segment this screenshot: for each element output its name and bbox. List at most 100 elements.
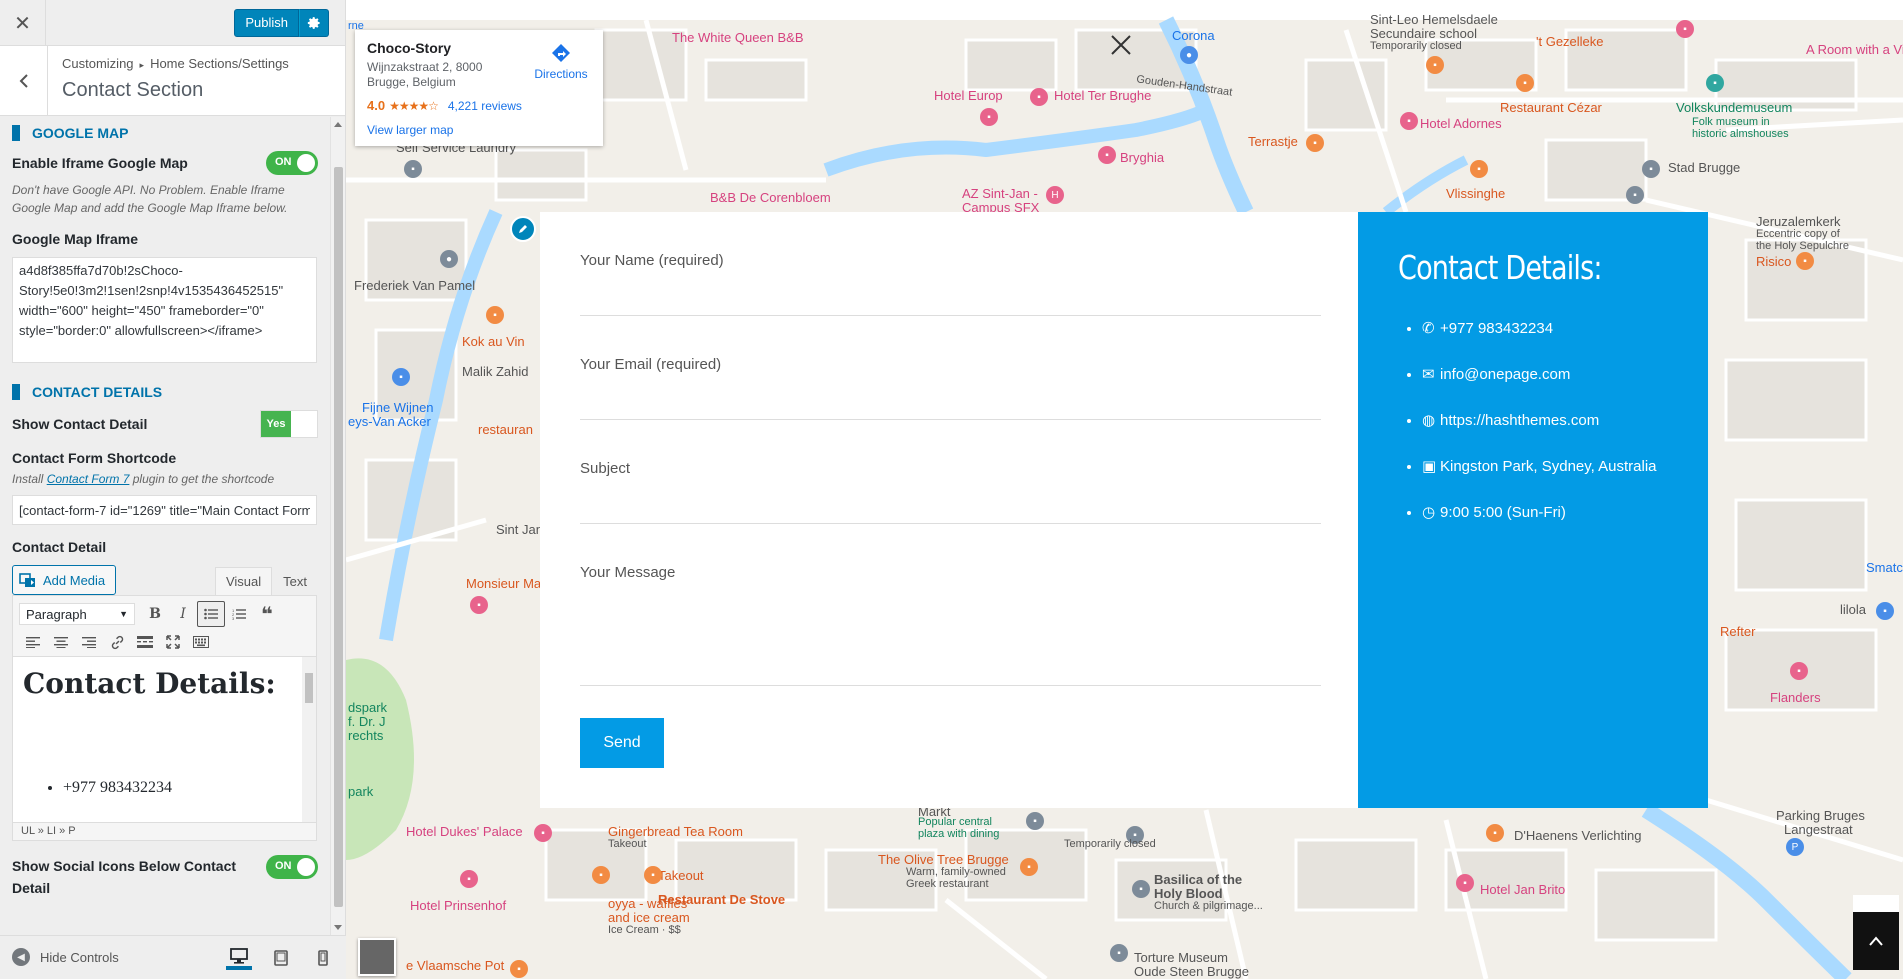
insert-link-button[interactable] [103,629,131,655]
map-label-gingerbread: Gingerbread Tea Room [608,824,743,839]
toggle-knob [297,154,315,172]
map-label-holy-blood: Holy Blood [1154,886,1223,901]
map-label-warm: Warm, family-owned [906,866,1006,878]
directions-button[interactable]: Directions [531,42,591,81]
editor-heading: Contact Details: [23,667,276,700]
church-pin-icon: ▪ [1132,880,1150,898]
name-placeholder: Your Name (required) [580,252,724,269]
blockquote-button[interactable]: ❝ [253,601,281,627]
enable-iframe-row: Enable Iframe Google Map ON [12,151,318,175]
website-text: https://hashthemes.com [1440,412,1600,429]
tab-text[interactable]: Text [272,567,318,595]
scroll-to-top-button[interactable] [1853,912,1899,970]
map-label-park-cut3: rechts [348,728,384,743]
map-label-temp-closed2: Temporarily closed [1064,838,1156,850]
back-button[interactable] [0,46,48,116]
map-label-jan-brito: Hotel Jan Brito [1480,882,1566,897]
contact-details-list: ✆ +977 983432234 ✉ info@onepage.com ◍https… [1398,319,1668,521]
map-satellite-toggle[interactable] [358,938,396,976]
map-label-restaurant-cut: restauran [478,422,533,437]
fullscreen-button[interactable] [159,629,187,655]
toggle-knob [297,858,315,876]
museum-pin-icon: ▪ [1110,944,1128,962]
send-button[interactable]: Send [580,718,664,768]
map-label-adornes: Hotel Adornes [1420,116,1502,131]
map-label-hotel-europ: Hotel Europ [934,88,1003,103]
enable-iframe-description: Don't have Google API. No Problem. Enabl… [12,183,288,215]
scroll-down-arrow-icon[interactable] [334,925,342,930]
hotel-pin-icon: ▪ [980,108,998,126]
breadcrumb: Customizing ▸ Home Sections/Settings [62,56,289,71]
editor-list-item: +977 983432234 [63,779,172,797]
message-field[interactable]: Your Message [580,564,1321,686]
numbered-list-icon: 123 [232,608,246,620]
toggle-state: ON [275,860,292,872]
iframe-code-textarea[interactable]: a4d8f385ffa7d70b!2sChoco-Story!5e0!3m2!1… [12,257,317,363]
italic-button[interactable]: I [169,601,197,627]
contact-form-7-link[interactable]: Contact Form 7 [47,472,130,486]
tab-visual[interactable]: Visual [214,567,273,595]
editor-scrollbar[interactable] [302,657,316,822]
preview-tablet-button[interactable] [268,946,294,970]
close-modal-button[interactable] [1106,30,1136,60]
map-label-vlissinghe: Vlissinghe [1446,186,1506,201]
subject-field[interactable]: Subject [580,460,1321,524]
bold-icon: B [149,606,161,622]
contact-details-heading: CONTACT DETAILS [12,384,318,400]
align-left-button[interactable] [19,629,47,655]
editor-scroll-thumb[interactable] [305,673,313,703]
map-label-smatch: Smatch [1866,560,1903,575]
place-rating: 4.0 ★★★★☆ 4,221 reviews [367,98,591,113]
heading-bar [12,125,20,141]
scroll-up-arrow-icon[interactable] [334,122,342,127]
bullet-list-button[interactable] [197,601,225,627]
email-field[interactable]: Your Email (required) [580,356,1321,420]
map-label-bryghia: Bryghia [1120,150,1165,165]
contact-phone: ✆ +977 983432234 [1422,319,1668,337]
hospital-pin-icon: H [1046,186,1064,204]
customizer-sidebar: ✕ Publish Customizing ▸ Home Sections/Sett… [0,0,346,979]
hotel-pin-icon: ▪ [470,596,488,614]
edit-shortcut-button[interactable] [510,216,536,242]
view-larger-map-link[interactable]: View larger map [367,123,591,137]
map-label-park-cut: dspark [348,700,388,715]
restaurant-pin-icon: ▪ [1020,858,1038,876]
editor-content[interactable]: Contact Details: +977 983432234 [12,657,317,823]
name-field[interactable]: Your Name (required) [580,252,1321,316]
toolbar-toggle-button[interactable] [187,629,215,655]
preview-mobile-button[interactable] [310,946,336,970]
breadcrumb-parent: Home Sections/Settings [150,56,289,71]
hide-controls-button[interactable]: ◀ Hide Controls [12,948,119,966]
place-address: Wijnzakstraat 2, 8000 Brugge, Belgium [367,60,483,89]
preview-desktop-button[interactable] [226,946,252,970]
map-label-flanders: Flanders [1770,690,1821,705]
breadcrumb-root: Customizing [62,56,134,71]
contact-email: ✉ info@onepage.com [1422,365,1668,383]
heading-bar [12,384,20,400]
phone-icon: ✆ [1422,320,1435,337]
publish-settings-button[interactable] [299,9,329,37]
add-media-button[interactable]: Add Media [12,565,117,595]
numbered-list-button[interactable]: 123 [225,601,253,627]
publish-button[interactable]: Publish [234,9,299,37]
shortcode-input[interactable] [12,495,317,525]
show-contact-switch[interactable]: Yes [260,410,318,438]
shortcode-desc-pre: Install [12,472,47,486]
format-select[interactable]: Paragraph ▼ [19,603,135,625]
sidebar-scrollbar[interactable] [330,117,345,935]
enable-iframe-label: Enable Iframe Google Map [12,155,188,171]
contact-form: Your Name (required) Your Email (require… [540,212,1370,808]
align-right-button[interactable] [75,629,103,655]
read-more-button[interactable] [131,629,159,655]
bold-button[interactable]: B [141,601,169,627]
keyboard-icon [193,636,209,648]
map-label-ter-brughe: Hotel Ter Brughe [1054,88,1152,103]
contact-details-panel: Contact Details: ✆ +977 983432234 ✉ info@o… [1358,212,1708,808]
close-customizer-button[interactable]: ✕ [0,0,46,46]
social-icons-toggle[interactable]: ON [266,855,318,879]
contact-address: ▣Kingston Park, Sydney, Australia [1422,457,1668,475]
enable-iframe-toggle[interactable]: ON [266,151,318,175]
reviews-link[interactable]: 4,221 reviews [448,99,522,113]
sidebar-scroll-thumb[interactable] [334,167,343,907]
align-center-button[interactable] [47,629,75,655]
